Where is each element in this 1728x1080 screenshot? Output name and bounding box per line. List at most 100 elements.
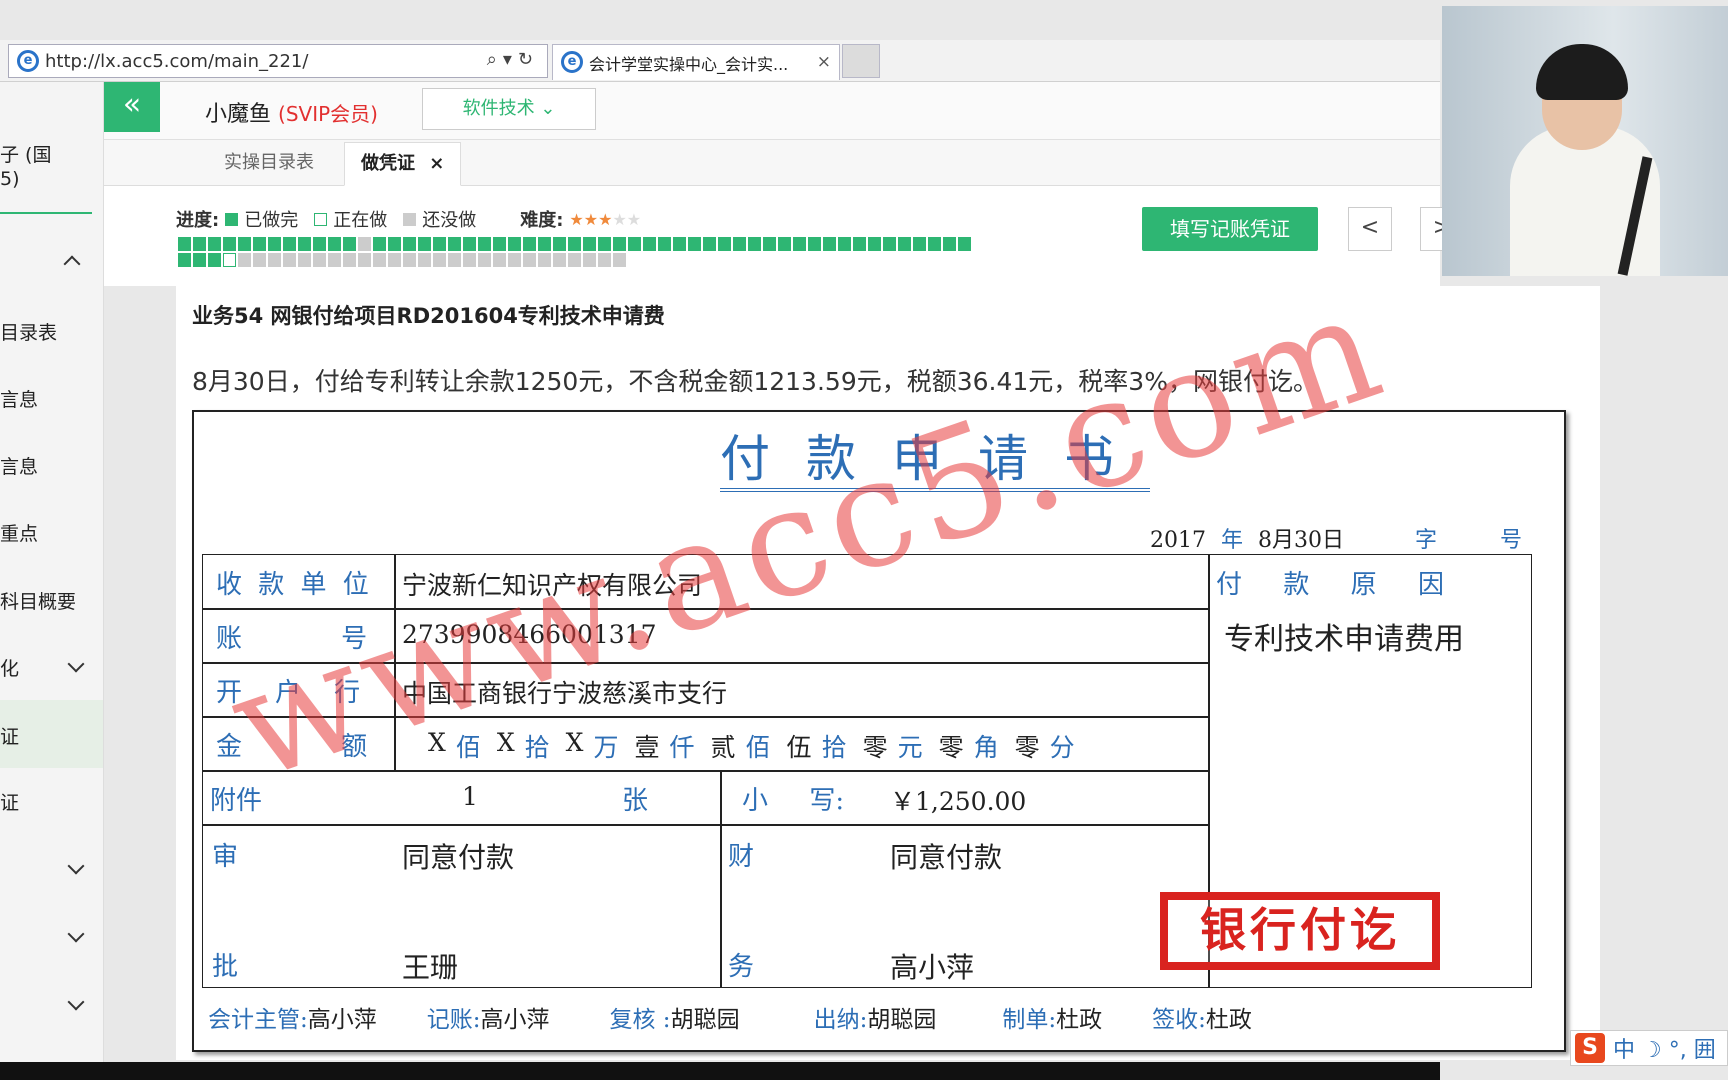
progress-cell[interactable] — [613, 237, 626, 251]
progress-cell[interactable] — [358, 253, 371, 267]
progress-cell[interactable] — [793, 237, 806, 251]
progress-cell[interactable] — [913, 237, 926, 251]
progress-cell[interactable] — [748, 237, 761, 251]
progress-cell[interactable] — [463, 253, 476, 267]
progress-cell[interactable] — [388, 237, 401, 251]
progress-cell[interactable] — [268, 253, 281, 267]
progress-cell[interactable] — [193, 253, 206, 267]
progress-cell[interactable] — [883, 237, 896, 251]
progress-cell[interactable] — [343, 253, 356, 267]
progress-cell[interactable] — [868, 237, 881, 251]
progress-cell[interactable] — [433, 237, 446, 251]
sidebar-item-voucher[interactable]: 证 — [0, 722, 104, 749]
progress-cell[interactable] — [838, 237, 851, 251]
progress-cell[interactable] — [313, 253, 326, 267]
progress-cell[interactable] — [208, 237, 221, 251]
progress-cell[interactable] — [598, 237, 611, 251]
progress-cell[interactable] — [568, 253, 581, 267]
sidebar-item-accounts[interactable]: 科目概要 — [0, 587, 104, 614]
prev-button[interactable]: < — [1348, 207, 1392, 251]
progress-cell[interactable] — [523, 237, 536, 251]
progress-cell[interactable] — [658, 237, 671, 251]
progress-cell[interactable] — [538, 237, 551, 251]
progress-cell[interactable] — [298, 253, 311, 267]
progress-cell[interactable] — [523, 253, 536, 267]
progress-cell[interactable] — [733, 237, 746, 251]
software-tech-dropdown[interactable]: 软件技术 ⌄ — [422, 88, 596, 130]
progress-cell[interactable] — [373, 253, 386, 267]
progress-cell[interactable] — [208, 253, 221, 267]
progress-cell[interactable] — [583, 253, 596, 267]
progress-cell[interactable] — [433, 253, 446, 267]
progress-cell[interactable] — [343, 237, 356, 251]
sidebar-item-catalog[interactable]: 目录表 — [0, 318, 104, 345]
sidebar-item-info-1[interactable]: 言息 — [0, 385, 104, 412]
progress-cell[interactable] — [508, 237, 521, 251]
progress-cell[interactable] — [448, 253, 461, 267]
progress-cell[interactable] — [283, 253, 296, 267]
progress-cell[interactable] — [643, 237, 656, 251]
progress-cell[interactable] — [613, 253, 626, 267]
address-bar[interactable]: e http://lx.acc5.com/main_221/ ⌕▾↻ — [8, 44, 548, 78]
progress-cell[interactable] — [298, 237, 311, 251]
progress-cell[interactable] — [418, 237, 431, 251]
progress-cell[interactable] — [703, 237, 716, 251]
progress-cell[interactable] — [493, 253, 506, 267]
search-refresh-icons[interactable]: ⌕▾↻ — [487, 49, 539, 70]
progress-cell[interactable] — [193, 237, 206, 251]
sidebar-item-voucher-2[interactable]: 证 — [0, 788, 104, 815]
progress-cell[interactable] — [328, 237, 341, 251]
collapse-sidebar-button[interactable]: « — [104, 82, 160, 132]
progress-cell[interactable] — [673, 237, 686, 251]
progress-cell[interactable] — [238, 253, 251, 267]
progress-cell[interactable] — [928, 237, 941, 251]
progress-cell[interactable] — [178, 253, 191, 267]
progress-cell[interactable] — [778, 237, 791, 251]
progress-cell[interactable] — [583, 237, 596, 251]
progress-cell[interactable] — [238, 237, 251, 251]
tab-catalog[interactable]: 实操目录表 — [208, 142, 330, 186]
progress-cell[interactable] — [253, 237, 266, 251]
tab-make-voucher[interactable]: 做凭证 × — [344, 142, 462, 186]
ime-toolbar[interactable]: S 中 ☽ °, 囲 — [1570, 1030, 1728, 1066]
progress-cell[interactable] — [508, 253, 521, 267]
new-tab-button[interactable] — [842, 44, 880, 78]
progress-cell[interactable] — [958, 237, 971, 251]
browser-tab[interactable]: e 会计学堂实操中心_会计实... × — [552, 44, 840, 80]
progress-cell[interactable] — [763, 237, 776, 251]
progress-cell[interactable] — [553, 253, 566, 267]
progress-cell[interactable] — [628, 237, 641, 251]
progress-cell[interactable] — [358, 237, 371, 251]
progress-cell[interactable] — [598, 253, 611, 267]
progress-cell[interactable] — [253, 253, 266, 267]
tab-close-icon[interactable]: × — [817, 52, 831, 72]
chevron-up-icon[interactable] — [63, 255, 81, 273]
progress-cell[interactable] — [283, 237, 296, 251]
progress-cell[interactable] — [943, 237, 956, 251]
progress-cell[interactable] — [688, 237, 701, 251]
tab-close-icon[interactable]: × — [429, 153, 444, 174]
progress-cell[interactable] — [538, 253, 551, 267]
progress-cell[interactable] — [568, 237, 581, 251]
progress-cell[interactable] — [718, 237, 731, 251]
progress-cell[interactable] — [553, 237, 566, 251]
progress-cell[interactable] — [328, 253, 341, 267]
progress-cell[interactable] — [853, 237, 866, 251]
progress-cell[interactable] — [448, 237, 461, 251]
progress-cell[interactable] — [403, 253, 416, 267]
progress-cell[interactable] — [388, 253, 401, 267]
progress-cell[interactable] — [823, 237, 836, 251]
progress-cell[interactable] — [268, 237, 281, 251]
progress-cell[interactable] — [898, 237, 911, 251]
progress-cell[interactable] — [418, 253, 431, 267]
progress-cell[interactable] — [313, 237, 326, 251]
progress-cell[interactable] — [223, 237, 236, 251]
progress-cell[interactable] — [493, 237, 506, 251]
progress-cell[interactable] — [478, 253, 491, 267]
progress-cell[interactable] — [463, 237, 476, 251]
sidebar-item-key-points[interactable]: 重点 — [0, 519, 104, 546]
progress-cell[interactable] — [373, 237, 386, 251]
progress-cell[interactable] — [808, 237, 821, 251]
fill-voucher-button[interactable]: 填写记账凭证 — [1142, 207, 1318, 251]
sidebar-item-info-2[interactable]: 言息 — [0, 452, 104, 479]
